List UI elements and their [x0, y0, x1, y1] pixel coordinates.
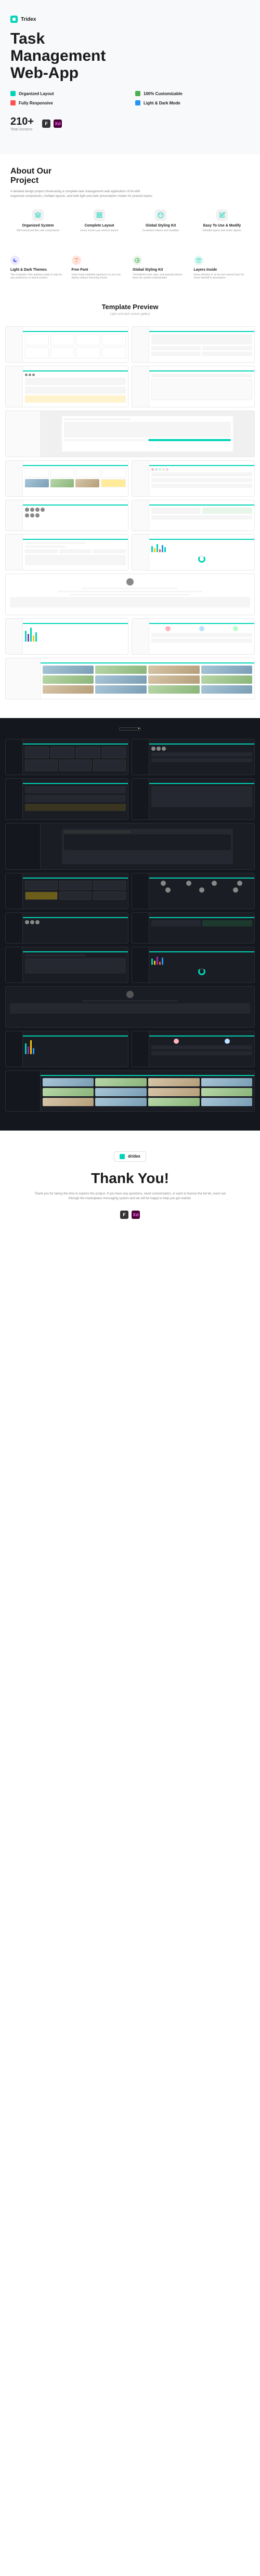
screen-thumbnail[interactable]: [132, 947, 255, 983]
adobexd-icon: Xd: [54, 119, 62, 128]
brand-logo: Tridex: [10, 16, 250, 23]
screen-thumbnail[interactable]: [132, 460, 255, 497]
screen-thumbnail[interactable]: [5, 410, 255, 457]
feature-responsive: Fully Responsive: [10, 100, 125, 105]
feat-organized: Organized System Well structured files a…: [10, 209, 66, 233]
grid-icon: [94, 209, 105, 221]
screen-thumbnail[interactable]: [5, 574, 255, 615]
check-icon: [135, 100, 140, 105]
feat-styling: Global Styling Kit Consistent tokens and…: [133, 209, 188, 233]
screen-thumbnail[interactable]: [5, 778, 128, 820]
about-section: About Our Project A detailed design proj…: [0, 154, 260, 256]
screen-thumbnail[interactable]: [5, 618, 128, 655]
screen-thumbnail[interactable]: [5, 534, 128, 570]
screen-thumbnail[interactable]: [132, 618, 255, 655]
adobexd-icon: Xd: [132, 1211, 140, 1219]
bf-font: Free Font Uses freely available typeface…: [72, 256, 128, 280]
about-top-features: Organized System Well structured files a…: [10, 209, 250, 233]
feature-lightdark: Light & Dark Mode: [135, 100, 250, 105]
brand-badge: dridex: [114, 1151, 146, 1162]
brand-mark-icon: [10, 16, 18, 23]
screen-thumbnail[interactable]: [132, 500, 255, 531]
stack-icon: [194, 256, 203, 265]
feature-customizable: 100% Customizable: [135, 91, 250, 96]
screen-thumbnail[interactable]: [5, 912, 128, 944]
screen-thumbnail[interactable]: [132, 366, 255, 407]
check-icon: [10, 91, 16, 96]
thank-title: Thank You!: [10, 1170, 250, 1187]
type-icon: [72, 256, 81, 265]
about-title: About Our Project: [10, 167, 250, 185]
screen-thumbnail[interactable]: [132, 873, 255, 909]
check-icon: [10, 100, 16, 105]
preview-header: Template Preview Light and dark screen g…: [0, 293, 260, 326]
hero-section: Tridex Task Management Web-App Organized…: [0, 0, 260, 154]
about-description: A detailed design project showcasing a c…: [10, 190, 154, 199]
layers-icon: [32, 209, 44, 221]
screen-thumbnail[interactable]: [5, 986, 255, 1028]
thank-you-section: dridex Thank You! Thank you for taking t…: [0, 1131, 260, 1250]
screen-thumbnail[interactable]: [5, 1031, 128, 1067]
screen-thumbnail[interactable]: [5, 947, 128, 983]
screen-count: 210+ Total Screens: [10, 116, 34, 131]
screen-thumbnail[interactable]: [5, 658, 255, 699]
brand-dot-icon: [120, 1154, 125, 1159]
brand-name: Tridex: [21, 17, 36, 22]
screen-thumbnail[interactable]: [5, 1070, 255, 1112]
tool-icons: F Xd: [42, 119, 62, 128]
check-icon: [135, 91, 140, 96]
bf-layers: Layers Inside Every element is on its ow…: [194, 256, 250, 280]
screen-thumbnail[interactable]: [132, 1031, 255, 1067]
bf-themes: Light & Dark Themes Two complete color p…: [10, 256, 67, 280]
preview-subtitle: Light and dark screen gallery: [0, 313, 260, 316]
hero-feature-grid: Organized Layout 100% Customizable Fully…: [10, 91, 250, 105]
moon-icon: [10, 256, 20, 265]
feat-easy: Easy To Use & Modify Editable layers and…: [194, 209, 250, 233]
screen-thumbnail[interactable]: [5, 366, 128, 407]
figma-icon: F: [120, 1211, 128, 1219]
screen-thumbnail[interactable]: [132, 534, 255, 570]
hero-title: Task Management Web-App: [10, 30, 250, 82]
bf-global: Global Styling Kit Centralized color, ty…: [133, 256, 189, 280]
globe-icon: [133, 256, 142, 265]
screen-thumbnail[interactable]: [5, 739, 128, 775]
light-screens-gallery: [0, 326, 260, 718]
screen-thumbnail[interactable]: [132, 778, 255, 820]
screen-thumbnail[interactable]: [132, 326, 255, 363]
screen-thumbnail[interactable]: [5, 500, 128, 531]
feature-organized: Organized Layout: [10, 91, 125, 96]
feat-layout: Complete Layout Every screen you need to…: [72, 209, 127, 233]
palette-icon: [155, 209, 166, 221]
screen-thumbnail[interactable]: [5, 823, 255, 870]
edit-icon: [216, 209, 228, 221]
screen-thumbnail[interactable]: [5, 873, 128, 909]
screen-thumbnail[interactable]: [5, 460, 128, 497]
screen-thumbnail[interactable]: [5, 326, 128, 363]
thank-tool-icons: F Xd: [10, 1211, 250, 1219]
screen-thumbnail[interactable]: [132, 912, 255, 944]
screen-thumbnail[interactable]: [132, 739, 255, 775]
dark-mode-section: [0, 718, 260, 1131]
count-row: 210+ Total Screens F Xd: [10, 116, 250, 131]
thank-description: Thank you for taking the time to explore…: [34, 1192, 226, 1201]
preview-title: Template Preview: [0, 303, 260, 311]
figma-icon: F: [42, 119, 50, 128]
bottom-features: Light & Dark Themes Two complete color p…: [0, 256, 260, 293]
